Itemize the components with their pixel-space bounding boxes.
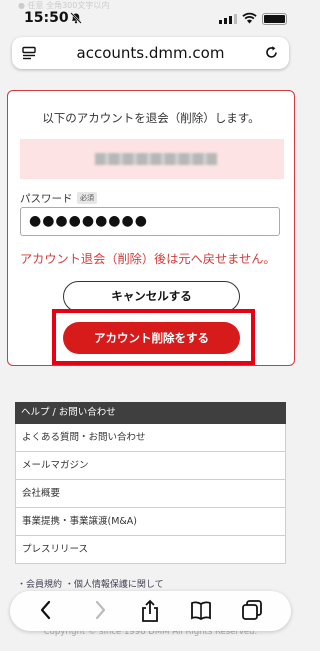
share-icon[interactable] bbox=[140, 599, 160, 623]
status-bar: ● 任意 全角300文字以内 15:50 bbox=[0, 0, 301, 34]
bell-slash-icon bbox=[70, 12, 82, 24]
account-id-box bbox=[20, 139, 284, 179]
reload-icon[interactable] bbox=[264, 45, 279, 60]
help-menu: ヘルプ / お問い合わせ よくある質問・お問い合わせ メールマガジン 会社概要 … bbox=[15, 402, 286, 564]
help-item-newsletter[interactable]: メールマガジン bbox=[15, 452, 286, 480]
cancel-button[interactable]: キャンセルする bbox=[63, 281, 240, 312]
back-icon[interactable] bbox=[38, 599, 54, 621]
help-item-press[interactable]: プレスリリース bbox=[15, 536, 286, 564]
password-label: パスワード bbox=[20, 193, 73, 205]
help-item-partnership[interactable]: 事業提携・事業譲渡(M&A) bbox=[15, 508, 286, 536]
bookmarks-icon[interactable] bbox=[190, 599, 212, 621]
account-delete-panel: 以下のアカウントを退会（削除）します。 パスワード 必須 ●●●●●●●●● ア… bbox=[7, 90, 295, 366]
legal-links[interactable]: ・会員規約 ・個人情報保護に関して bbox=[17, 577, 164, 590]
url-host[interactable]: accounts.dmm.com bbox=[12, 44, 289, 62]
irreversible-warning: アカウント退会（削除）後は元へ戻せません。 bbox=[20, 252, 276, 266]
wifi-icon bbox=[242, 12, 257, 24]
cellular-signal-icon bbox=[219, 14, 237, 24]
help-item-faq[interactable]: よくある質問・お問い合わせ bbox=[15, 424, 286, 452]
tabs-icon[interactable] bbox=[241, 599, 263, 621]
help-menu-heading: ヘルプ / お問い合わせ bbox=[15, 402, 286, 424]
intro-text: 以下のアカウントを退会（削除）します。 bbox=[42, 111, 260, 125]
help-item-company[interactable]: 会社概要 bbox=[15, 480, 286, 508]
required-badge: 必須 bbox=[77, 192, 97, 204]
password-field[interactable]: ●●●●●●●●● bbox=[20, 207, 280, 236]
forward-icon[interactable] bbox=[92, 599, 108, 621]
browser-toolbar bbox=[10, 591, 291, 631]
address-bar[interactable]: accounts.dmm.com bbox=[12, 37, 289, 69]
delete-account-button[interactable]: アカウント削除をする bbox=[63, 322, 240, 354]
redacted-account-id bbox=[95, 153, 217, 165]
status-time: 15:50 bbox=[24, 10, 69, 26]
battery-icon bbox=[262, 13, 287, 25]
